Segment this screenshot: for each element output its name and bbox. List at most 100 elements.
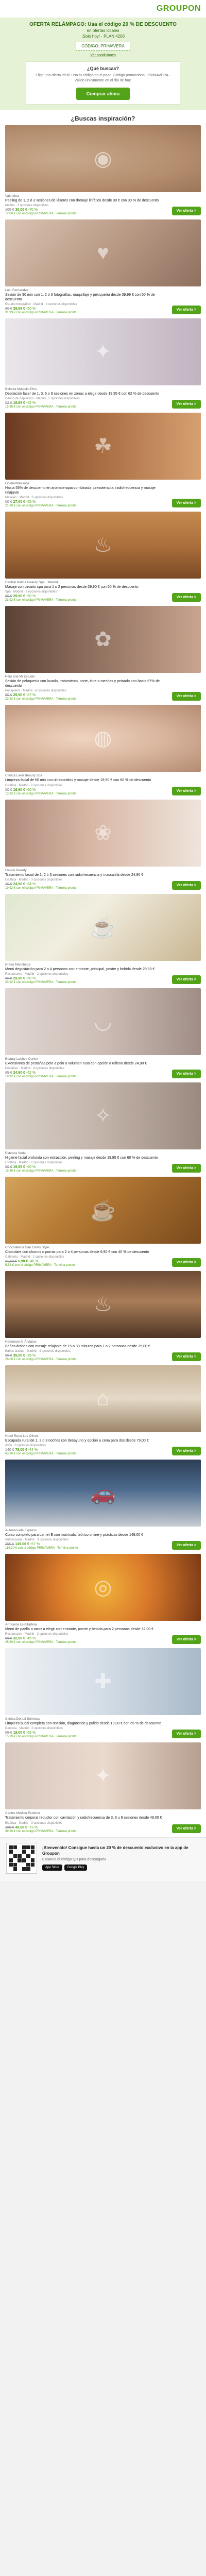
view-deal-button[interactable]: Ver oferta > (171, 1635, 201, 1645)
deal-title[interactable]: Sesión de peluquería con lavado, tratami… (5, 679, 168, 688)
app-store-badge[interactable]: App Store (42, 1864, 62, 1871)
view-deal-button[interactable]: Ver oferta > (171, 499, 201, 508)
deal-title[interactable]: Tratamiento facial de 1, 2 ó 3 sesiones … (5, 873, 168, 877)
deal-old-price: 80 € (5, 307, 12, 311)
deal-merchant: Hotel Rural Los Olivos (5, 1434, 39, 1438)
deal-location: Cafetería · Madrid · 2 opciones disponib… (5, 1256, 64, 1259)
deal-image[interactable]: ⌂ (5, 1365, 201, 1433)
deal-card[interactable]: ⌂ Hotel Rural Los Olivos Escapada rural … (0, 1365, 206, 1460)
deal-card[interactable]: ✦ Centro Médico Estético Tratamiento cor… (0, 1742, 206, 1837)
deal-old-price: 60 € (5, 500, 12, 504)
buy-now-button[interactable]: Comprar ahora (76, 87, 130, 100)
qr-cell (26, 1850, 30, 1854)
deal-title[interactable]: Menú degustación para 2 o 4 personas con… (5, 967, 168, 972)
view-deal-button[interactable]: Ver oferta > (171, 1258, 201, 1267)
deal-card[interactable]: ♨ Hammam Al Ándalus Baños árabes con mas… (0, 1271, 206, 1365)
deal-title[interactable]: Baños árabes con masaje relajante de 15 … (5, 1344, 168, 1349)
view-deal-button[interactable]: Ver oferta > (171, 399, 201, 409)
deal-image[interactable]: ✦ (5, 318, 201, 385)
deal-image[interactable]: ✚ (5, 1648, 201, 1716)
view-deal-button[interactable]: Ver oferta > (171, 593, 201, 602)
deal-location: Estética · Madrid · 2 opciones disponibl… (5, 1161, 63, 1164)
qr-cell (13, 1850, 17, 1854)
deal-card[interactable]: ◉ Valentina Peeling de 1, 2 ó 3 sesiones… (0, 125, 206, 219)
deal-card[interactable]: ✿ Pelu and Mi Estudio Sesión de peluquer… (0, 606, 206, 705)
deal-title[interactable]: Hasta 55% de descuento en aromaterapia c… (5, 486, 168, 495)
section-title: ¿Buscas inspiración? (71, 114, 135, 122)
deal-image[interactable]: ✦ (5, 1742, 201, 1810)
deal-title[interactable]: Chocolate con churros o porras para 2 o … (5, 1250, 168, 1255)
deal-image[interactable]: ☘ (5, 412, 201, 480)
deal-image[interactable]: ◉ (5, 125, 201, 192)
qr-cell (30, 1854, 35, 1858)
deal-card[interactable]: ◡ Beauty Lashes Center Extensiones de pe… (0, 988, 206, 1082)
deal-discount: -50 % (26, 307, 36, 311)
deal-image-icon: ☕ (90, 1199, 116, 1222)
view-deal-button[interactable]: Ver oferta > (171, 206, 201, 215)
deal-card[interactable]: ❀ Fusion Beauty Tratamiento facial de 1,… (0, 799, 206, 894)
view-deal-button[interactable]: Ver oferta > (171, 1541, 201, 1550)
qr-code[interactable] (6, 1842, 37, 1874)
view-deal-button[interactable]: Ver oferta > (171, 880, 201, 890)
deal-image[interactable]: ♨ (5, 1271, 201, 1338)
deal-title[interactable]: Limpieza facial de 60 min con ultrasonid… (5, 778, 168, 783)
deal-merchant: Valentina (5, 194, 19, 198)
view-deal-button[interactable]: Ver oferta > (171, 1824, 201, 1833)
google-play-badge[interactable]: Google Play (64, 1864, 88, 1871)
deal-card[interactable]: 🚗 Autoescuela Express Curso completo par… (0, 1460, 206, 1554)
deal-image-icon: ◉ (94, 147, 112, 170)
deal-card[interactable]: ☘ GoldenMassage Hasta 55% de descuento e… (0, 412, 206, 512)
deal-image[interactable]: ♨ (5, 512, 201, 579)
deal-card[interactable]: ♨ Central Palma Beauty Spa · Madrid Masa… (0, 512, 206, 606)
deal-title[interactable]: Masaje con circuito spa para 1 o 2 perso… (5, 585, 168, 589)
deal-title[interactable]: Sesión de 90 min con 1, 2 ó 3 fotografía… (5, 293, 168, 302)
deal-image[interactable]: 🚗 (5, 1460, 201, 1527)
deal-card[interactable]: ◍ Clínica Liwei Beauty Spa Limpieza faci… (0, 705, 206, 799)
deal-image[interactable]: ◎ (5, 1554, 201, 1621)
deal-card[interactable]: ✚ Clínica Dental Sonrisas Limpieza bucal… (0, 1648, 206, 1742)
deal-title[interactable]: Limpieza bucal completa con revisión, di… (5, 1721, 168, 1726)
deal-title[interactable]: Tratamiento corporal reductor con cavita… (5, 1816, 168, 1820)
deal-discount: -60 % (26, 1165, 36, 1169)
qr-cell (9, 1845, 13, 1850)
deal-title[interactable]: Extensiones de pestañas pelo a pelo o vo… (5, 1061, 168, 1066)
deal-new-price: 79,00 € (15, 1448, 27, 1452)
deal-merchant: Autoescuela Express (5, 1529, 37, 1533)
deal-card[interactable]: ☕ Chocolatería San Ginés Style Chocolate… (0, 1176, 206, 1271)
view-deal-button[interactable]: Ver oferta > (171, 1163, 201, 1173)
qr-cell (9, 1862, 13, 1867)
deal-image[interactable]: ♥ (5, 219, 201, 286)
deal-title[interactable]: Depilación láser de 1, 3, 6 o 9 sesiones… (5, 392, 168, 396)
deal-card[interactable]: ◎ Arrocería La Albufera Menú de paella o… (0, 1554, 206, 1648)
groupon-logo[interactable]: GROUPON (157, 4, 201, 13)
deal-card[interactable]: ☕ Brasa Manchega Menú degustación para 2… (0, 893, 206, 988)
deal-image[interactable]: ☕ (5, 1176, 201, 1244)
deal-new-price: 19,90 € (13, 788, 25, 792)
deal-image[interactable]: ☕ (5, 893, 201, 961)
view-deal-button[interactable]: Ver oferta > (171, 1730, 201, 1739)
view-deal-button[interactable]: Ver oferta > (171, 1352, 201, 1362)
deal-card[interactable]: ♥ Lulu Fernandez Sesión de 90 min con 1,… (0, 219, 206, 318)
deal-title[interactable]: Higiene facial profunda con extracción, … (5, 1156, 168, 1160)
deal-title[interactable]: Escapada rural de 1, 2 o 3 noches con de… (5, 1438, 168, 1443)
deal-discount: -73 % (28, 1825, 38, 1829)
view-deal-button[interactable]: Ver oferta > (171, 692, 201, 701)
deal-image[interactable]: ✿ (5, 606, 201, 673)
deal-title[interactable]: Peeling de 1, 2 ó 3 sesiones de láseres … (5, 198, 168, 203)
deal-card[interactable]: ✧ Estetica Veda Higiene facial profunda … (0, 1082, 206, 1177)
deal-image[interactable]: ◍ (5, 705, 201, 772)
view-deal-button[interactable]: Ver oferta > (171, 1447, 201, 1456)
deal-card[interactable]: ✦ Belleza Majestic Plus Depilación láser… (0, 318, 206, 413)
terms-link[interactable]: Ver condiciones (6, 54, 200, 57)
deal-title[interactable]: Menú de paella o arroz a elegir con entr… (5, 1627, 168, 1632)
view-deal-button[interactable]: Ver oferta > (171, 1069, 201, 1078)
view-deal-button[interactable]: Ver oferta > (171, 786, 201, 795)
deal-image[interactable]: ✧ (5, 1082, 201, 1149)
deal-title[interactable]: Curso completo para carnet B con matrícu… (5, 1533, 168, 1537)
view-deal-button[interactable]: Ver oferta > (171, 305, 201, 314)
deal-image[interactable]: ◡ (5, 988, 201, 1055)
deal-merchant: Belleza Majestic Plus (5, 387, 37, 391)
view-deal-button[interactable]: Ver oferta > (171, 975, 201, 984)
deal-image[interactable]: ❀ (5, 799, 201, 867)
deal-location: Restaurante · Madrid · 2 opciones dispon… (5, 972, 68, 976)
